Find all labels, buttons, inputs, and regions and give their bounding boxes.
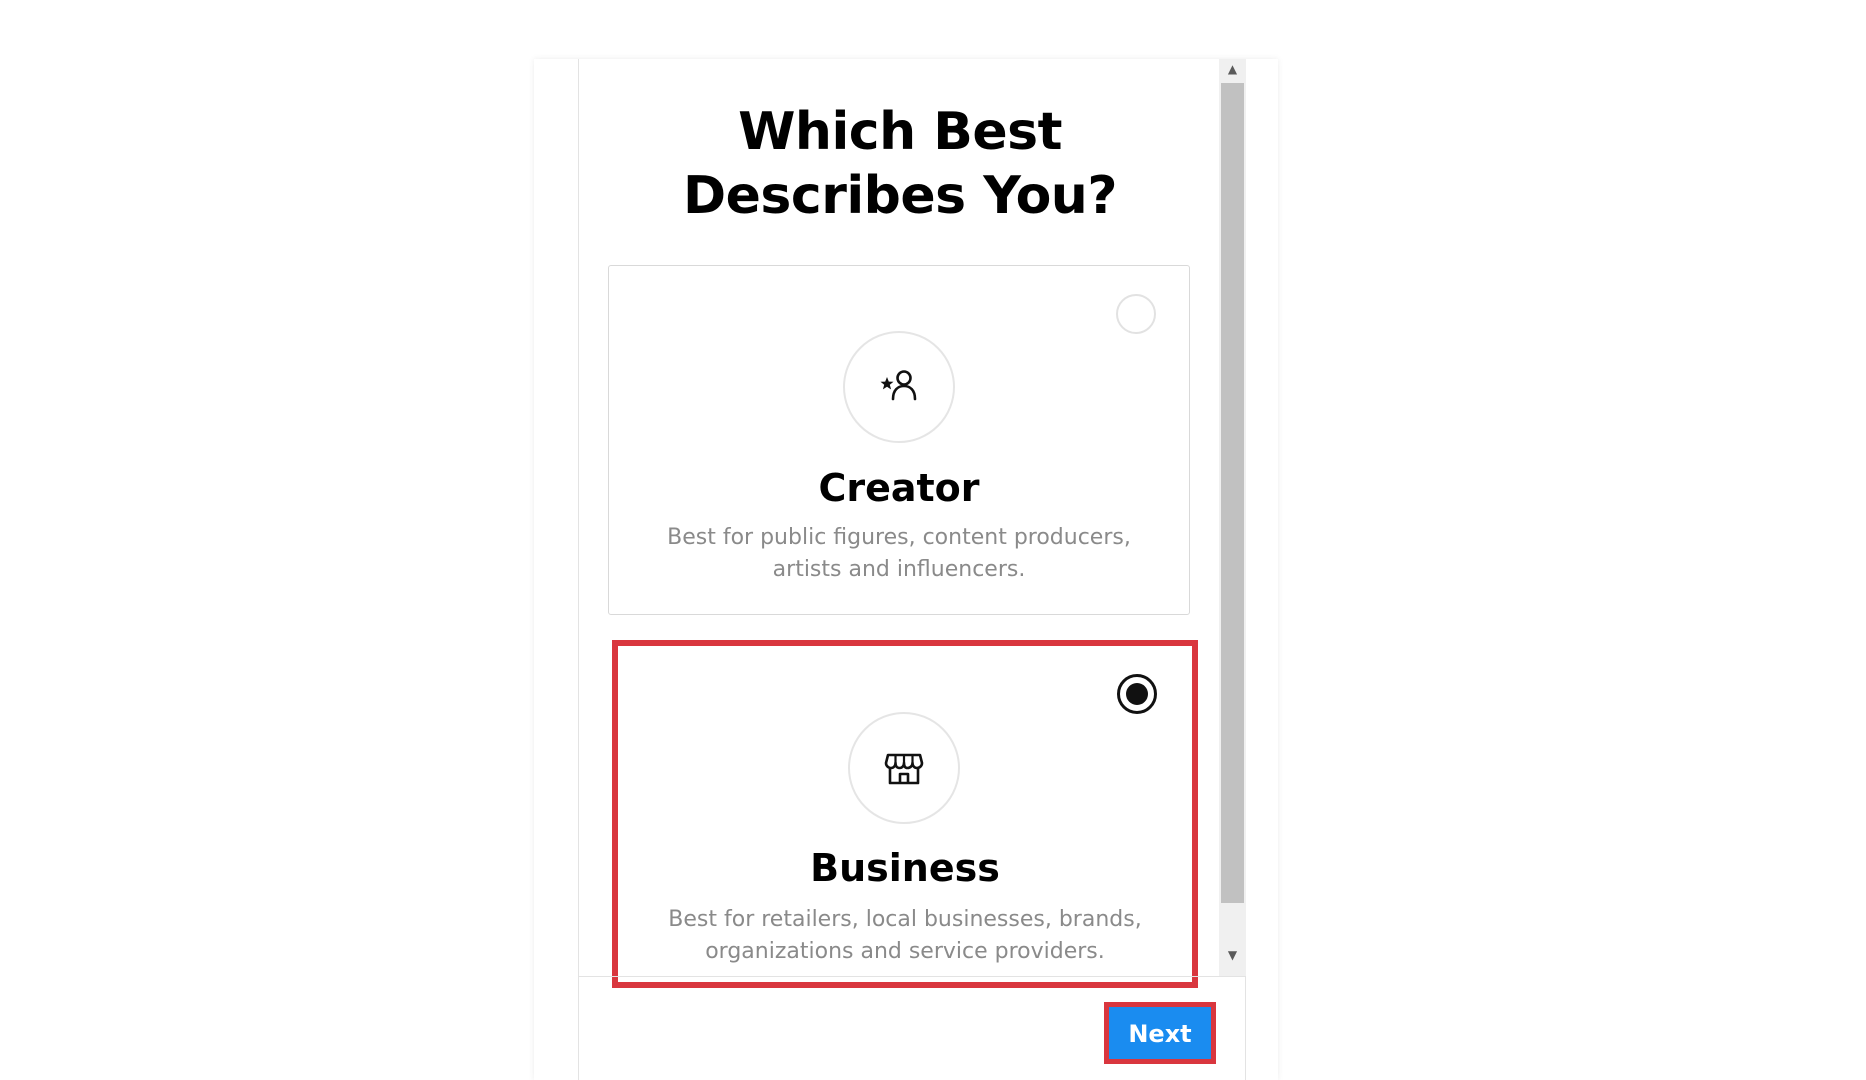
business-radio-button[interactable] [1117,674,1157,714]
vertical-scrollbar[interactable]: ▲ ▼ [1219,59,1246,977]
creator-description: Best for public figures, content produce… [667,525,1131,582]
option-card-creator[interactable]: Creator Best for public figures, content… [608,265,1190,615]
scroll-up-arrow-icon[interactable]: ▲ [1219,59,1246,79]
creator-radio-button[interactable] [1116,294,1156,334]
business-title: Business [810,846,1000,890]
next-button[interactable]: Next [1104,1002,1216,1064]
scroll-down-arrow-icon[interactable]: ▼ [1219,945,1246,965]
creator-icon-circle [843,331,955,443]
business-icon-circle [848,712,960,824]
page-title: Which Best Describes You? [682,102,1118,226]
footer-divider [578,976,1246,977]
scrollbar-thumb[interactable] [1221,83,1244,903]
star-person-icon [880,370,917,401]
creator-title: Creator [818,466,980,510]
option-card-business[interactable]: Business Best for retailers, local busin… [612,640,1198,988]
radio-selected-dot [1126,683,1148,705]
storefront-icon [884,753,924,785]
business-description: Best for retailers, local businesses, br… [668,907,1142,964]
